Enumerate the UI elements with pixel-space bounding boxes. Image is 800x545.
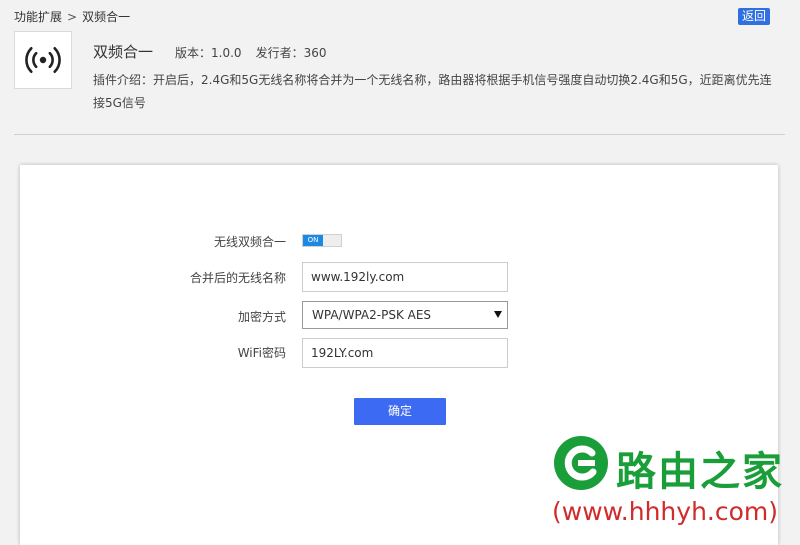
breadcrumb-separator: > [67,10,78,24]
encryption-select[interactable]: WPA/WPA2-PSK AES [302,301,508,329]
plugin-header: 双频合一 版本： 1.0.0 发行者： 360 [93,41,327,62]
breadcrumb: 功能扩展 > 双频合一 [14,8,130,25]
confirm-button[interactable]: 确定 [354,398,446,425]
encryption-select-value: WPA/WPA2-PSK AES [312,308,432,322]
plugin-description: 插件介绍：开启后，2.4G和5G无线名称将合并为一个无线名称，路由器将根据手机信… [93,73,772,110]
breadcrumb-parent-link[interactable]: 功能扩展 [14,10,62,24]
wifi-password-label: WiFi密码 [237,346,286,360]
breadcrumb-current: 双频合一 [82,10,131,24]
plugin-icon-box [14,31,72,89]
header-divider [14,134,785,135]
dual-band-toggle[interactable]: ON [302,234,342,247]
plugin-name: 双频合一 [93,43,154,61]
ssid-input[interactable] [302,262,508,292]
back-button[interactable]: 返回 [737,8,770,25]
wifi-password-input[interactable] [302,338,508,368]
encryption-label: 加密方式 [237,310,286,324]
dropdown-arrow-icon [494,311,502,318]
publisher-value: 360 [303,46,327,60]
version-value: 1.0.0 [211,46,242,60]
watermark-logo-icon [554,436,608,490]
watermark-url: (www.hhhyh.com) [552,497,779,526]
publisher-label: 发行者： [255,46,304,60]
ssid-label: 合并后的无线名称 [189,271,286,285]
wireless-signal-icon [25,47,61,73]
toggle-on-indicator: ON [303,235,323,246]
dual-band-toggle-label: 无线双频合一 [213,235,286,249]
watermark-title: 路由之家 [616,449,784,495]
version-label: 版本： [175,46,212,60]
